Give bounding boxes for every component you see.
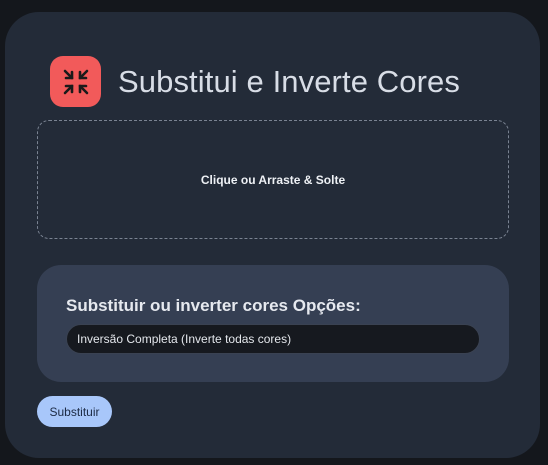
main-card: Substitui e Inverte Cores Clique ou Arra…: [5, 12, 540, 458]
page-title: Substitui e Inverte Cores: [118, 63, 460, 99]
mode-select[interactable]: Inversão Completa (Inverte todas cores): [66, 324, 480, 354]
substituir-button[interactable]: Substituir: [37, 396, 112, 427]
collapse-arrows-icon: [50, 56, 101, 107]
options-heading: Substituir ou inverter cores Opções:: [66, 296, 361, 315]
mode-select-value: Inversão Completa (Inverte todas cores): [77, 332, 292, 346]
dropzone-label: Clique ou Arraste & Solte: [200, 172, 346, 187]
substituir-button-label: Substituir: [49, 404, 100, 419]
header: Substitui e Inverte Cores: [50, 56, 460, 107]
options-panel: Substituir ou inverter cores Opções: Inv…: [37, 265, 509, 382]
file-dropzone[interactable]: Clique ou Arraste & Solte: [37, 120, 509, 239]
